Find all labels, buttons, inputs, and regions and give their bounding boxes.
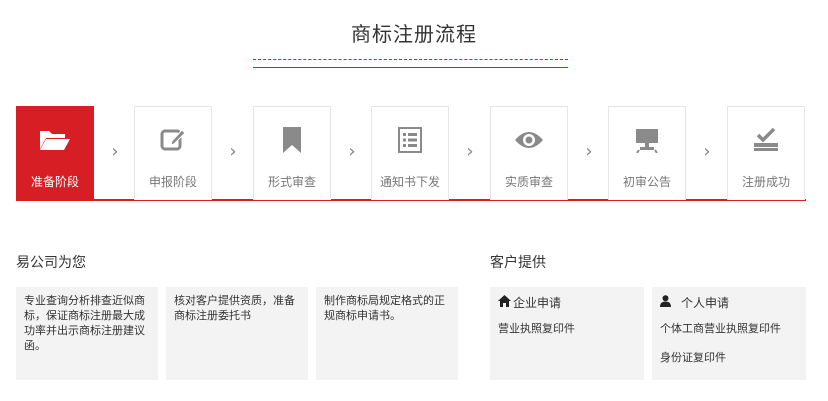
chevron-right-icon: › xyxy=(229,141,237,162)
step-label: 形式审查 xyxy=(267,175,316,189)
chevron-right-icon: › xyxy=(585,141,593,162)
check-stamp-icon xyxy=(728,125,804,155)
enterprise-application-box: 企业申请 营业执照复印件 xyxy=(490,287,644,380)
edit-icon xyxy=(135,125,211,155)
enterprise-application-title: 企业申请 xyxy=(498,295,636,311)
step-label: 实质审查 xyxy=(504,175,553,189)
step-registration-success[interactable]: 注册成功 xyxy=(727,106,805,200)
title-divider-solid xyxy=(253,67,568,68)
step-label: 准备阶段 xyxy=(30,175,79,189)
personal-application-label: 个人申请 xyxy=(681,295,730,310)
home-icon xyxy=(498,295,511,311)
step-label: 申报阶段 xyxy=(148,175,197,189)
title-divider-dashed xyxy=(253,59,568,60)
page-title: 商标注册流程 xyxy=(351,22,477,46)
step-apply[interactable]: 申报阶段 xyxy=(134,106,212,200)
step-substantive-review[interactable]: 实质审查 xyxy=(490,106,568,200)
enterprise-required-doc: 营业执照复印件 xyxy=(498,322,575,335)
step-prepare[interactable]: 准备阶段 xyxy=(16,106,94,200)
monitor-icon xyxy=(609,125,685,155)
step-formal-review[interactable]: 形式审查 xyxy=(253,106,331,200)
personal-application-title: 个人申请 xyxy=(660,295,798,311)
chevron-right-icon: › xyxy=(111,141,119,162)
bookmark-icon xyxy=(254,125,330,155)
step-label: 通知书下发 xyxy=(379,175,440,189)
step-label: 初审公告 xyxy=(622,175,671,189)
list-document-icon xyxy=(372,125,448,155)
customer-section-heading: 客户提供 xyxy=(490,255,546,271)
company-section-heading: 易公司为您 xyxy=(16,255,86,271)
eye-icon xyxy=(491,125,567,155)
personal-required-doc: 个体工商营业执照复印件 xyxy=(660,322,781,335)
step-label: 注册成功 xyxy=(741,175,790,189)
step-notice-issued[interactable]: 通知书下发 xyxy=(371,106,449,200)
chevron-right-icon: › xyxy=(703,141,711,162)
company-service-box: 专业查询分析排查近似商标，保证商标注册最大成功率并出示商标注册建议函。 xyxy=(16,287,158,380)
chevron-right-icon: › xyxy=(466,141,474,162)
personal-required-doc: 身份证复印件 xyxy=(660,351,726,364)
enterprise-application-label: 企业申请 xyxy=(513,295,562,310)
company-service-box: 制作商标局规定格式的正规商标申请书。 xyxy=(316,287,458,380)
company-service-box: 核对客户提供资质，准备商标注册委托书 xyxy=(166,287,308,380)
step-preliminary-announcement[interactable]: 初审公告 xyxy=(608,106,686,200)
personal-application-box: 个人申请 个体工商营业执照复印件 身份证复印件 xyxy=(652,287,806,380)
chevron-right-icon: › xyxy=(348,141,356,162)
user-icon xyxy=(660,295,671,311)
folder-open-icon xyxy=(17,125,93,155)
